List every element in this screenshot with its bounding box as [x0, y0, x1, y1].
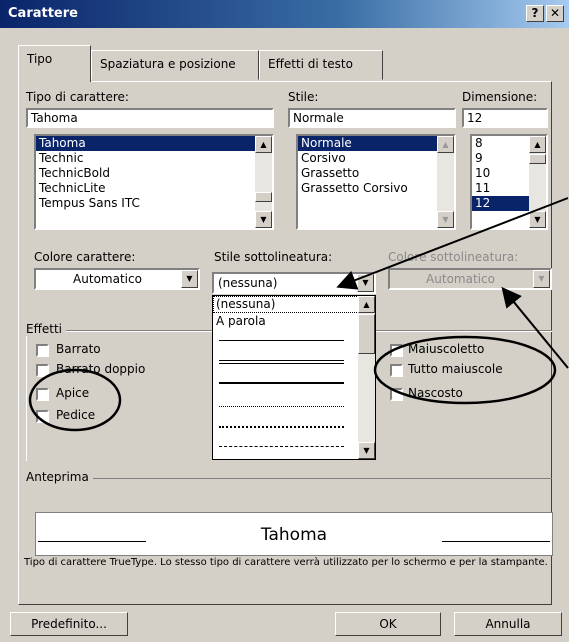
tab-tipo[interactable]: Tipo — [18, 45, 91, 82]
preview-group — [26, 478, 552, 479]
underline-color-label: Colore sottolineatura: — [388, 250, 519, 264]
list-item[interactable]: Technic — [36, 151, 272, 166]
style-scrollbar[interactable]: ▲ ▼ — [437, 136, 454, 228]
underline-style-combo[interactable]: (nessuna) ▼ — [212, 272, 376, 294]
dialog-title: Carattere — [8, 6, 78, 21]
tab-spaziatura[interactable]: Spaziatura e posizione — [91, 50, 259, 80]
double-strikethrough-checkbox[interactable] — [36, 364, 49, 377]
all-caps-label: Tutto maiuscole — [408, 362, 503, 376]
style-list[interactable]: Normale Corsivo Grassetto Grassetto Cors… — [296, 134, 456, 230]
list-item[interactable]: Grassetto Corsivo — [298, 181, 454, 196]
scroll-down-icon[interactable]: ▼ — [529, 211, 546, 228]
scroll-thumb[interactable] — [255, 192, 272, 202]
scroll-thumb[interactable] — [529, 154, 546, 164]
superscript-label: Apice — [56, 386, 90, 400]
underline-style-label: Stile sottolineatura: — [214, 250, 333, 264]
subscript-label: Pedice — [56, 408, 96, 422]
chevron-down-icon[interactable]: ▼ — [181, 270, 198, 288]
style-input[interactable]: Normale — [288, 108, 456, 128]
preview-label: Anteprima — [26, 470, 93, 484]
size-scrollbar[interactable]: ▲ ▼ — [529, 136, 546, 228]
superscript-checkbox[interactable] — [36, 388, 49, 401]
list-item[interactable]: TechnicBold — [36, 166, 272, 181]
small-caps-checkbox[interactable] — [390, 344, 403, 357]
dropdown-item[interactable]: (nessuna) — [213, 296, 375, 313]
hidden-label: Nascosto — [408, 386, 463, 400]
close-button[interactable]: ✕ — [546, 5, 564, 22]
hidden-checkbox[interactable] — [390, 388, 403, 401]
line-style-single[interactable] — [219, 340, 344, 341]
strikethrough-checkbox[interactable] — [36, 344, 49, 357]
list-item[interactable]: Tahoma — [36, 136, 272, 151]
font-input[interactable]: Tahoma — [26, 108, 274, 128]
line-style-options[interactable] — [213, 330, 375, 456]
preview-right-line — [442, 541, 550, 542]
preview-note: Tipo di carattere TrueType. Lo stesso ti… — [24, 557, 548, 568]
preview-box: Tahoma — [35, 512, 553, 556]
subscript-checkbox[interactable] — [36, 410, 49, 423]
scroll-up-icon[interactable]: ▲ — [255, 136, 272, 153]
line-style-thick[interactable] — [219, 382, 344, 384]
font-dialog: Carattere ? ✕ Tipo Spaziatura e posizion… — [0, 0, 569, 642]
list-item[interactable]: Grassetto — [298, 166, 454, 181]
line-style-dotted[interactable] — [219, 406, 344, 407]
font-list[interactable]: Tahoma Technic TechnicBold TechnicLite T… — [34, 134, 274, 230]
scroll-up-icon[interactable]: ▲ — [358, 296, 375, 313]
underline-color-value: Automatico — [426, 272, 495, 286]
font-color-label: Colore carattere: — [34, 250, 136, 264]
title-bar: Carattere ? ✕ — [0, 0, 569, 28]
dropdown-item[interactable]: A parola — [213, 313, 375, 330]
size-list[interactable]: 8 9 10 11 12 ▲ ▼ — [470, 134, 548, 230]
scroll-down-icon[interactable]: ▼ — [358, 442, 375, 459]
help-button[interactable]: ? — [526, 5, 544, 22]
chevron-down-icon[interactable]: ▼ — [357, 274, 374, 292]
dropdown-scrollbar[interactable]: ▲ ▼ — [358, 296, 375, 459]
font-scrollbar[interactable]: ▲ ▼ — [255, 136, 272, 228]
tab-effetti-testo[interactable]: Effetti di testo — [259, 50, 383, 80]
chevron-down-icon[interactable]: ▼ — [533, 270, 550, 288]
all-caps-checkbox[interactable] — [390, 364, 403, 377]
preview-text: Tahoma — [260, 525, 328, 545]
double-strikethrough-label: Barrato doppio — [56, 362, 146, 376]
default-button[interactable]: Predefinito... — [10, 612, 128, 636]
list-item[interactable]: Normale — [298, 136, 454, 151]
underline-color-combo[interactable]: Automatico ▼ — [388, 268, 552, 290]
list-item[interactable]: TechnicLite — [36, 181, 272, 196]
cancel-button[interactable]: Annulla — [454, 612, 562, 636]
size-label: Dimensione: — [462, 90, 538, 104]
list-item[interactable]: Corsivo — [298, 151, 454, 166]
scroll-thumb[interactable] — [358, 314, 375, 354]
small-caps-label: Maiuscoletto — [408, 342, 485, 356]
font-color-value: Automatico — [73, 272, 142, 286]
scroll-up-icon[interactable]: ▲ — [529, 136, 546, 153]
strikethrough-label: Barrato — [56, 342, 101, 356]
underline-style-value: (nessuna) — [218, 276, 278, 290]
scroll-down-icon[interactable]: ▼ — [437, 211, 454, 228]
line-style-dotted-thick[interactable] — [219, 426, 344, 428]
ok-button[interactable]: OK — [335, 612, 441, 636]
line-style-double[interactable] — [219, 360, 344, 364]
scroll-up-icon[interactable]: ▲ — [437, 136, 454, 153]
style-label: Stile: — [288, 90, 319, 104]
size-input[interactable]: 12 — [462, 108, 548, 128]
list-item[interactable]: Tempus Sans ITC — [36, 196, 272, 211]
font-label: Tipo di carattere: — [26, 90, 129, 104]
line-style-dashed[interactable] — [219, 446, 344, 447]
effects-label: Effetti — [26, 322, 66, 336]
underline-style-dropdown[interactable]: (nessuna) A parola ▲ ▼ — [212, 295, 376, 460]
scroll-down-icon[interactable]: ▼ — [255, 211, 272, 228]
font-color-combo[interactable]: Automatico ▼ — [34, 268, 200, 290]
